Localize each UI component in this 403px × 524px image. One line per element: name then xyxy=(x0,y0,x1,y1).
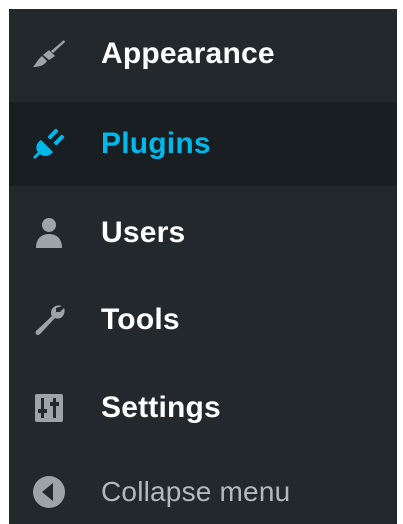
arrow-left-circle-icon xyxy=(31,474,67,510)
sidebar-item-appearance[interactable]: Appearance xyxy=(9,12,397,96)
screenshot-frame: Appearance Plugins Users Tools Settings … xyxy=(0,0,403,524)
sidebar-item-label: Appearance xyxy=(101,37,275,70)
collapse-menu-label: Collapse menu xyxy=(101,476,291,507)
user-icon xyxy=(31,215,67,251)
settings-sliders-icon xyxy=(31,390,67,426)
plugin-plug-icon xyxy=(31,126,67,162)
admin-sidebar-menu: Appearance Plugins Users Tools Settings … xyxy=(9,9,397,524)
sidebar-item-tools[interactable]: Tools xyxy=(9,278,397,362)
sidebar-item-label: Settings xyxy=(101,391,221,424)
sidebar-item-label: Tools xyxy=(101,303,180,336)
collapse-menu-button[interactable]: Collapse menu xyxy=(9,450,397,524)
sidebar-item-label: Users xyxy=(101,216,186,249)
sidebar-item-plugins[interactable]: Plugins xyxy=(9,102,397,186)
sidebar-item-settings[interactable]: Settings xyxy=(9,366,397,450)
paintbrush-icon xyxy=(31,36,67,72)
sidebar-item-users[interactable]: Users xyxy=(9,191,397,275)
wrench-icon xyxy=(31,302,67,338)
sidebar-item-label: Plugins xyxy=(101,127,211,160)
